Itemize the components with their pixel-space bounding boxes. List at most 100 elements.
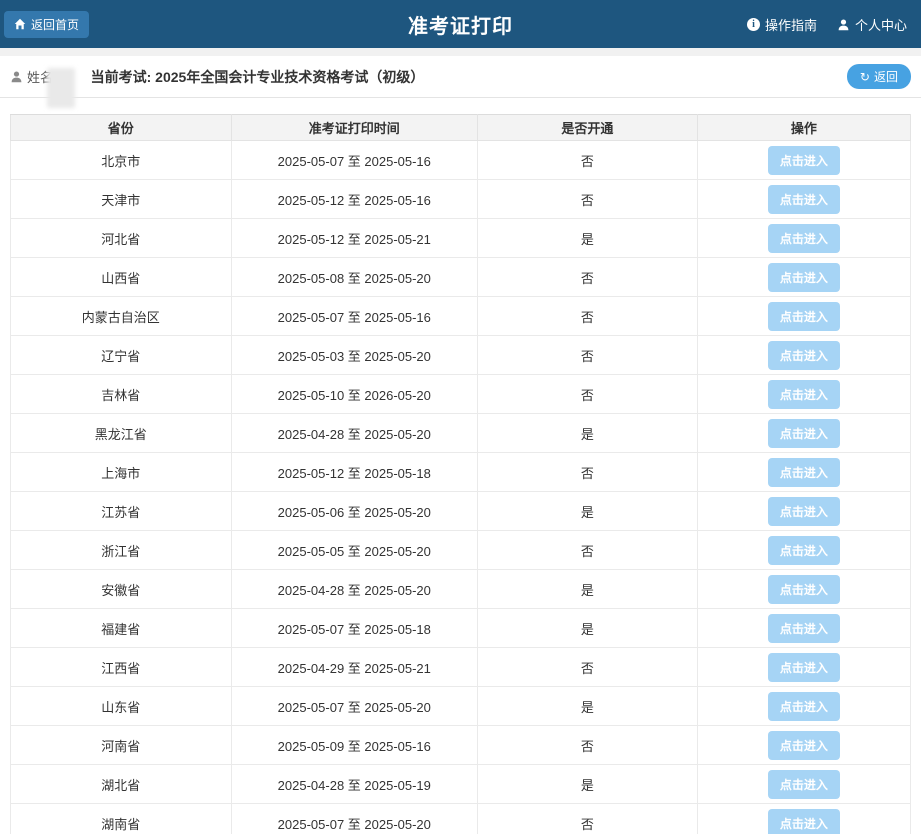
back-home-button[interactable]: 返回首页 — [4, 11, 89, 38]
open-status-cell: 否 — [478, 375, 698, 414]
enter-button[interactable]: 点击进入 — [768, 458, 840, 487]
province-cell: 内蒙古自治区 — [11, 297, 232, 336]
action-cell: 点击进入 — [697, 570, 910, 609]
print-time-cell: 2025-05-10 至 2026-05-20 — [231, 375, 478, 414]
enter-button[interactable]: 点击进入 — [768, 419, 840, 448]
column-header-action: 操作 — [697, 115, 910, 141]
table-row: 安徽省2025-04-28 至 2025-05-20是 点击进入 — [11, 570, 911, 609]
action-cell: 点击进入 — [697, 804, 910, 834]
admission-print-table: 省份 准考证打印时间 是否开通 操作 北京市2025-05-07 至 2025-… — [10, 114, 911, 834]
print-time-cell: 2025-05-07 至 2025-05-20 — [231, 687, 478, 726]
action-cell: 点击进入 — [697, 297, 910, 336]
action-cell: 点击进入 — [697, 258, 910, 297]
open-status-cell: 否 — [478, 804, 698, 834]
return-label: 返回 — [874, 68, 898, 85]
nav-personal-center-link[interactable]: 个人中心 — [837, 15, 907, 34]
enter-button[interactable]: 点击进入 — [768, 224, 840, 253]
enter-button[interactable]: 点击进入 — [768, 770, 840, 799]
enter-button[interactable]: 点击进入 — [768, 185, 840, 214]
nav-guide-link[interactable]: i 操作指南 — [747, 15, 817, 34]
open-status-cell: 否 — [478, 141, 698, 180]
table-row: 河南省2025-05-09 至 2025-05-16否点击进入 — [11, 726, 911, 765]
table-row: 上海市2025-05-12 至 2025-05-18否点击进入 — [11, 453, 911, 492]
open-status-cell: 否 — [478, 297, 698, 336]
current-exam-text: 当前考试: 2025年全国会计专业技术资格考试（初级） — [91, 67, 425, 87]
action-cell: 点击进入 — [697, 219, 910, 258]
province-cell: 辽宁省 — [11, 336, 232, 375]
open-status-cell: 是 — [478, 609, 698, 648]
enter-button[interactable]: 点击进入 — [768, 302, 840, 331]
top-nav: i 操作指南 个人中心 — [747, 15, 907, 34]
province-cell: 黑龙江省 — [11, 414, 232, 453]
province-cell: 河北省 — [11, 219, 232, 258]
enter-button[interactable]: 点击进入 — [768, 653, 840, 682]
refresh-icon: ↻ — [860, 71, 870, 83]
back-home-label: 返回首页 — [31, 16, 79, 33]
province-cell: 江西省 — [11, 648, 232, 687]
print-time-cell: 2025-05-08 至 2025-05-20 — [231, 258, 478, 297]
print-time-cell: 2025-05-07 至 2025-05-18 — [231, 609, 478, 648]
print-time-cell: 2025-04-29 至 2025-05-21 — [231, 648, 478, 687]
table-row: 河北省2025-05-12 至 2025-05-21是点击进入 — [11, 219, 911, 258]
action-cell: 点击进入 — [697, 180, 910, 219]
print-time-cell: 2025-05-07 至 2025-05-16 — [231, 141, 478, 180]
return-button[interactable]: ↻ 返回 — [847, 64, 911, 89]
enter-button[interactable]: 点击进入 — [768, 146, 840, 175]
table-row: 黑龙江省2025-04-28 至 2025-05-20是点击进入 — [11, 414, 911, 453]
enter-button[interactable]: 点击进入 — [768, 263, 840, 292]
enter-button[interactable]: 点击进入 — [768, 536, 840, 565]
print-time-cell: 2025-05-12 至 2025-05-21 — [231, 219, 478, 258]
table-row: 山东省2025-05-07 至 2025-05-20是 点击进入 — [11, 687, 911, 726]
province-cell: 山东省 — [11, 687, 232, 726]
open-status-cell: 是 — [478, 570, 698, 609]
table-container: 省份 准考证打印时间 是否开通 操作 北京市2025-05-07 至 2025-… — [0, 98, 921, 834]
table-row: 福建省2025-05-07 至 2025-05-18是 点击进入 — [11, 609, 911, 648]
table-row: 天津市2025-05-12 至 2025-05-16否点击进入 — [11, 180, 911, 219]
open-status-cell: 否 — [478, 180, 698, 219]
province-cell: 湖北省 — [11, 765, 232, 804]
enter-button[interactable]: 点击进入 — [768, 731, 840, 760]
action-cell: 点击进入 — [697, 453, 910, 492]
column-header-province: 省份 — [11, 115, 232, 141]
table-row: 浙江省2025-05-05 至 2025-05-20否点击进入 — [11, 531, 911, 570]
action-cell: 点击进入 — [697, 336, 910, 375]
province-cell: 湖南省 — [11, 804, 232, 834]
open-status-cell: 是 — [478, 765, 698, 804]
enter-button[interactable]: 点击进入 — [768, 341, 840, 370]
enter-button[interactable]: 点击进入 — [768, 614, 840, 643]
info-icon: i — [747, 18, 760, 31]
page-title: 准考证打印 — [408, 10, 513, 39]
column-header-open-status: 是否开通 — [478, 115, 698, 141]
province-cell: 安徽省 — [11, 570, 232, 609]
personal-center-label: 个人中心 — [855, 15, 907, 34]
enter-button[interactable]: 点击进入 — [768, 575, 840, 604]
enter-button[interactable]: 点击进入 — [768, 809, 840, 834]
open-status-cell: 否 — [478, 648, 698, 687]
open-status-cell: 是 — [478, 414, 698, 453]
enter-button[interactable]: 点击进入 — [768, 380, 840, 409]
open-status-cell: 否 — [478, 258, 698, 297]
action-cell: 点击进入 — [697, 531, 910, 570]
open-status-cell: 是 — [478, 687, 698, 726]
enter-button[interactable]: 点击进入 — [768, 497, 840, 526]
redacted-name-value — [47, 68, 75, 108]
subheader-bar: 姓名: 当前考试: 2025年全国会计专业技术资格考试（初级） ↻ 返回 — [0, 56, 921, 98]
print-time-cell: 2025-05-07 至 2025-05-20 — [231, 804, 478, 834]
print-time-cell: 2025-04-28 至 2025-05-20 — [231, 570, 478, 609]
table-row: 辽宁省2025-05-03 至 2025-05-20否点击进入 — [11, 336, 911, 375]
home-icon — [14, 18, 26, 30]
table-row: 江西省2025-04-29 至 2025-05-21否 点击进入 — [11, 648, 911, 687]
enter-button[interactable]: 点击进入 — [768, 692, 840, 721]
table-row: 吉林省2025-05-10 至 2026-05-20否点击进入 — [11, 375, 911, 414]
print-time-cell: 2025-04-28 至 2025-05-19 — [231, 765, 478, 804]
open-status-cell: 是 — [478, 492, 698, 531]
action-cell: 点击进入 — [697, 141, 910, 180]
action-cell: 点击进入 — [697, 687, 910, 726]
table-header-row: 省份 准考证打印时间 是否开通 操作 — [11, 115, 911, 141]
province-cell: 上海市 — [11, 453, 232, 492]
table-row: 江苏省2025-05-06 至 2025-05-20是点击进入 — [11, 492, 911, 531]
province-cell: 福建省 — [11, 609, 232, 648]
user-icon — [10, 70, 23, 83]
province-cell: 江苏省 — [11, 492, 232, 531]
open-status-cell: 否 — [478, 453, 698, 492]
